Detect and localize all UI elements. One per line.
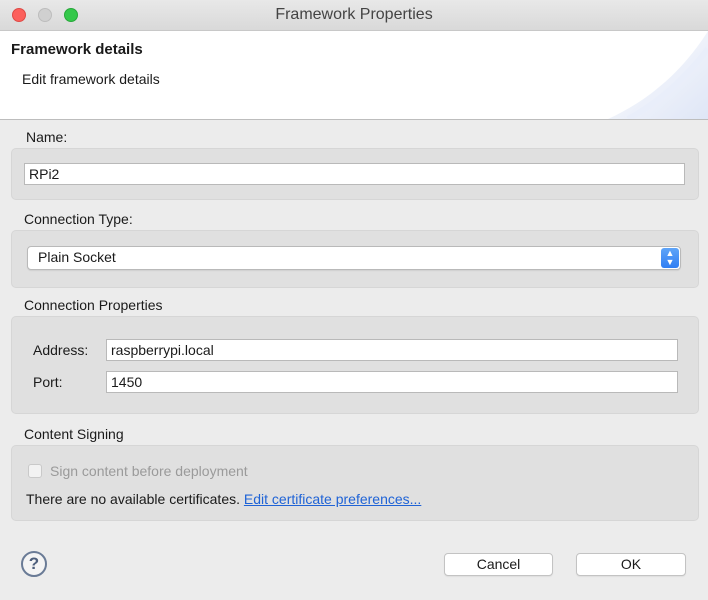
certificate-message: There are no available certificates. Edi… — [26, 491, 421, 507]
header-subtitle: Edit framework details — [22, 71, 160, 87]
address-label: Address: — [33, 342, 89, 358]
connection-type-label: Connection Type: — [24, 211, 133, 227]
content-signing-label: Content Signing — [24, 426, 124, 442]
connection-type-value: Plain Socket — [38, 249, 116, 265]
help-icon[interactable]: ? — [21, 551, 47, 577]
name-label: Name: — [26, 129, 68, 145]
title-bar: Framework Properties — [0, 0, 708, 31]
name-panel — [11, 148, 699, 200]
port-field[interactable] — [106, 371, 678, 393]
chevron-updown-icon: ▲ ▼ — [661, 248, 679, 268]
dialog-header: Framework details Edit framework details — [0, 31, 708, 120]
content-signing-panel: Sign content before deployment There are… — [11, 445, 699, 521]
port-label: Port: — [33, 374, 63, 390]
connection-properties-label: Connection Properties — [24, 297, 163, 313]
connection-type-panel: Plain Socket ▲ ▼ — [11, 230, 699, 288]
sign-content-label: Sign content before deployment — [50, 463, 248, 479]
header-decoration-graphic — [608, 31, 708, 119]
ok-button[interactable]: OK — [576, 553, 686, 576]
edit-certificate-preferences-link[interactable]: Edit certificate preferences... — [244, 491, 421, 507]
window-title: Framework Properties — [275, 6, 433, 23]
header-title: Framework details — [11, 41, 143, 58]
connection-type-select[interactable]: Plain Socket ▲ ▼ — [27, 246, 681, 270]
name-field[interactable] — [24, 163, 685, 185]
address-field[interactable] — [106, 339, 678, 361]
connection-properties-panel: Address: Port: — [11, 316, 699, 414]
cancel-button[interactable]: Cancel — [444, 553, 553, 576]
sign-content-checkbox[interactable] — [28, 464, 42, 478]
framework-properties-dialog: Framework Properties Framework details E… — [0, 0, 708, 600]
no-certificates-text: There are no available certificates. — [26, 491, 240, 507]
